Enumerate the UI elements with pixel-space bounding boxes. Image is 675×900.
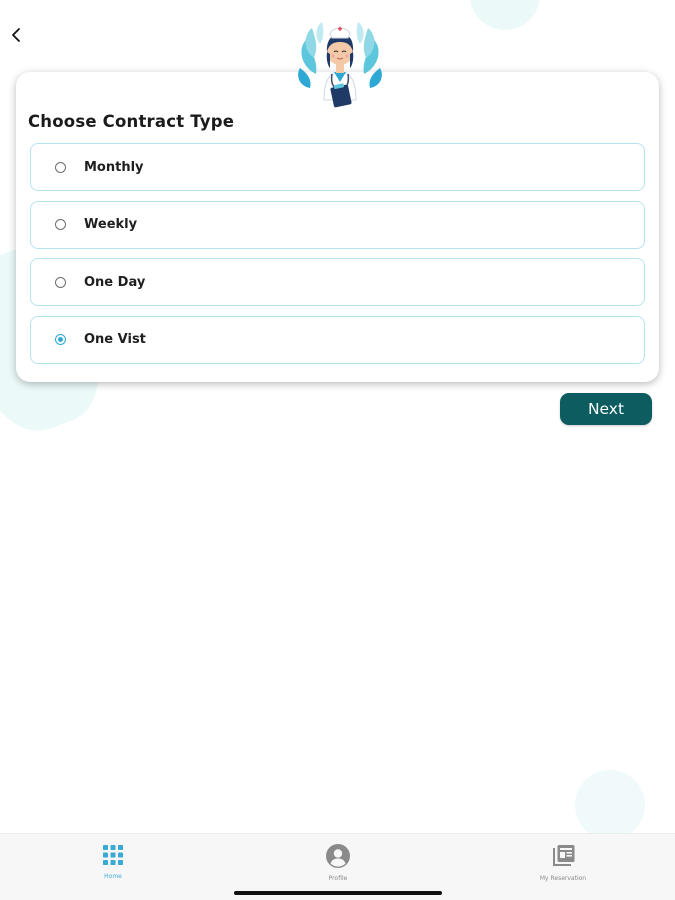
next-button[interactable]: Next: [560, 393, 652, 425]
tab-label: Home: [104, 873, 122, 880]
tab-home[interactable]: Home: [63, 844, 163, 880]
option-label: Monthly: [84, 159, 144, 175]
background-decoration: [575, 770, 645, 840]
contract-options-list: Monthly Weekly One Day One Vist: [30, 143, 645, 373]
radio-button[interactable]: [55, 161, 66, 173]
user-circle-icon: [326, 844, 350, 868]
nurse-illustration: [296, 14, 384, 110]
grid-icon: [103, 845, 123, 865]
option-label: Weekly: [84, 217, 138, 233]
newspaper-icon: [553, 845, 575, 866]
tab-profile[interactable]: Profile: [288, 844, 388, 882]
back-button[interactable]: [6, 24, 26, 46]
tab-my-reservation[interactable]: My Reservation: [513, 844, 613, 882]
chevron-left-icon: [12, 28, 20, 42]
radio-button-selected[interactable]: [55, 334, 66, 346]
home-indicator: [234, 891, 442, 895]
contract-option-one-visit[interactable]: One Vist: [30, 315, 645, 364]
contract-type-card: Choose Contract Type Monthly Weekly One …: [16, 72, 659, 382]
contract-option-weekly[interactable]: Weekly: [30, 200, 645, 249]
radio-button[interactable]: [55, 276, 66, 288]
contract-type-screen: Choose Contract Type Monthly Weekly One …: [0, 0, 675, 900]
contract-option-one-day[interactable]: One Day: [30, 258, 645, 307]
radio-button[interactable]: [55, 219, 66, 231]
tab-label: My Reservation: [539, 875, 587, 882]
option-label: One Vist: [84, 332, 146, 348]
contract-type-title: Choose Contract Type: [28, 112, 235, 131]
option-label: One Day: [84, 274, 146, 290]
bottom-tab-bar: Home Profile My Reservation: [0, 833, 675, 900]
tab-label: Profile: [328, 875, 348, 882]
contract-option-monthly[interactable]: Monthly: [30, 143, 645, 191]
background-decoration: [470, 0, 540, 30]
